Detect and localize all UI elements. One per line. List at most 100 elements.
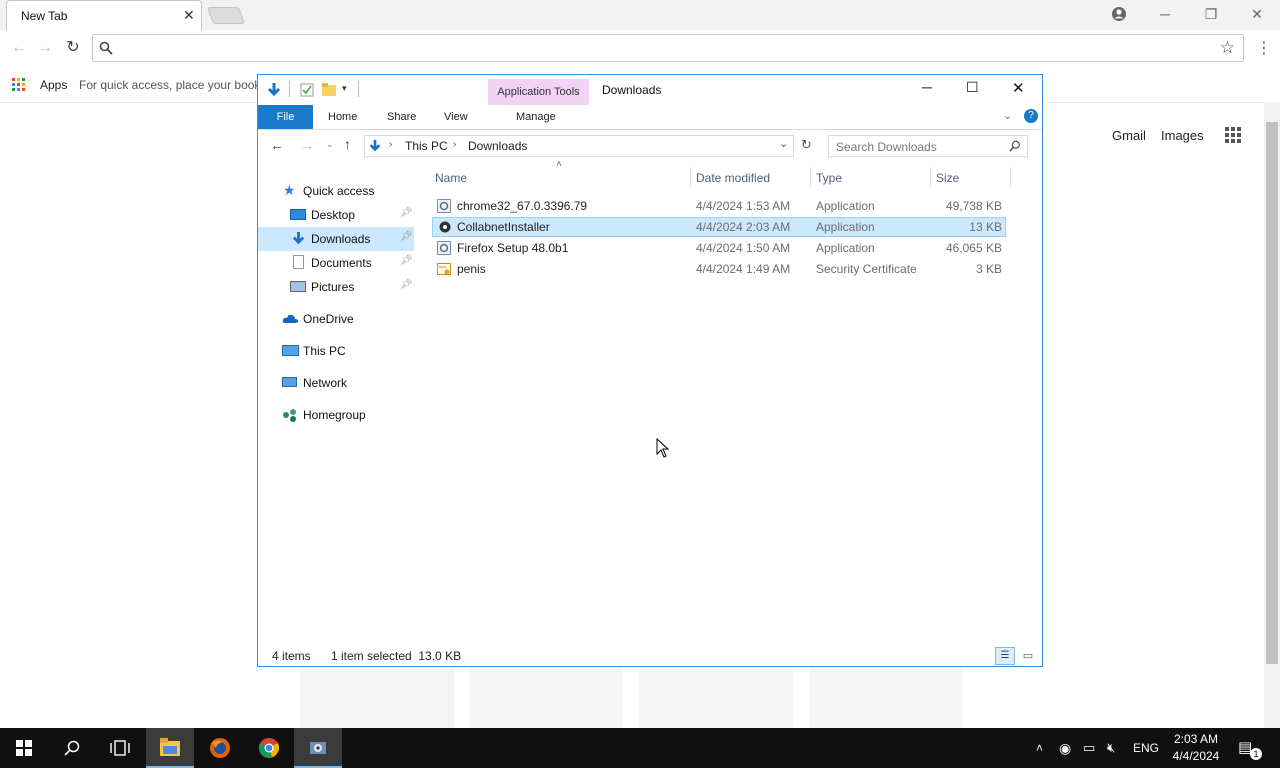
new-tab-button[interactable] xyxy=(206,7,246,24)
profile-icon[interactable] xyxy=(1110,5,1128,23)
search-placeholder: Search Downloads xyxy=(836,140,937,154)
item-count: 4 items xyxy=(272,649,311,663)
taskbar-firefox[interactable] xyxy=(196,728,244,768)
menu-icon[interactable]: ⋮ xyxy=(1256,38,1272,58)
column-header-name[interactable]: Name xyxy=(435,171,467,185)
bookmark-star-icon[interactable]: ☆ xyxy=(1220,38,1235,58)
tray-record-icon[interactable]: ◉ xyxy=(1059,728,1071,768)
tray-expand-icon[interactable]: ˄ xyxy=(1036,728,1043,768)
file-row-selected[interactable]: CollabnetInstaller 4/4/2024 2:03 AM Appl… xyxy=(432,217,1006,237)
ribbon-tab-home[interactable]: Home xyxy=(328,105,357,129)
forward-icon[interactable]: → xyxy=(34,38,56,58)
file-date: 4/4/2024 2:03 AM xyxy=(696,220,791,234)
refresh-icon[interactable]: ↻ xyxy=(801,137,812,153)
pin-icon[interactable]: 📌︎ xyxy=(400,279,413,290)
nav-item-downloads[interactable]: Downloads 📌︎ xyxy=(258,227,414,251)
pin-icon[interactable]: 📌︎ xyxy=(400,255,413,266)
page-scrollbar-thumb[interactable] xyxy=(1266,122,1278,664)
nav-item-network[interactable]: Network xyxy=(258,371,414,395)
back-icon[interactable]: ← xyxy=(8,38,30,58)
selection-info: 1 item selected 13.0 KB xyxy=(331,649,462,663)
file-type: Security Certificate xyxy=(816,262,917,276)
apps-grid-icon[interactable] xyxy=(12,78,26,92)
file-row[interactable]: penis 4/4/2024 1:49 AM Security Certific… xyxy=(432,259,1006,279)
nav-item-pictures[interactable]: Pictures 📌︎ xyxy=(258,275,414,299)
ribbon-tab-view[interactable]: View xyxy=(444,105,468,129)
apps-link[interactable]: Apps xyxy=(40,78,67,92)
omnibox[interactable]: ☆ xyxy=(92,34,1244,62)
ribbon-tab-share[interactable]: Share xyxy=(387,105,416,129)
google-apps-icon[interactable] xyxy=(1225,127,1241,143)
file-date: 4/4/2024 1:49 AM xyxy=(696,262,791,276)
search-icon[interactable] xyxy=(1009,140,1021,152)
nav-label: Documents xyxy=(311,256,372,270)
input-language[interactable]: ENG xyxy=(1133,728,1159,768)
column-divider[interactable] xyxy=(810,167,811,189)
ribbon-expand-icon[interactable]: ⌄ xyxy=(1003,109,1012,122)
shortcut-tile[interactable] xyxy=(809,668,963,728)
browser-tab-strip: New Tab ✕ ─ ❐ ✕ xyxy=(0,0,1280,30)
nav-item-quick-access[interactable]: ★ Quick access xyxy=(258,179,414,203)
address-bar[interactable]: › This PC › Downloads ⌄ xyxy=(364,135,794,157)
new-folder-icon[interactable] xyxy=(322,83,336,97)
column-header-size[interactable]: Size xyxy=(936,171,959,185)
column-header-type[interactable]: Type xyxy=(816,171,842,185)
file-type: Application xyxy=(816,220,875,234)
explorer-forward-icon[interactable]: → xyxy=(300,137,314,153)
column-divider[interactable] xyxy=(690,167,691,189)
address-dropdown-icon[interactable]: ⌄ xyxy=(779,137,788,150)
windows-start-icon[interactable] xyxy=(16,740,32,756)
action-center-icon[interactable]: ▤ xyxy=(1238,728,1252,768)
column-divider[interactable] xyxy=(1010,167,1011,189)
up-folder-icon[interactable]: ↑ xyxy=(344,136,351,152)
pin-icon[interactable]: 📌︎ xyxy=(400,207,413,218)
file-name: chrome32_67.0.3396.79 xyxy=(457,199,588,213)
file-row[interactable]: chrome32_67.0.3396.79 4/4/2024 1:53 AM A… xyxy=(432,196,1006,216)
shortcut-tile[interactable] xyxy=(469,668,623,728)
network-status-icon[interactable]: ▭ xyxy=(1083,728,1095,768)
explorer-minimize-button[interactable]: ─ xyxy=(922,79,932,95)
reload-icon[interactable]: ↻ xyxy=(62,38,84,58)
explorer-close-button[interactable]: ✕ xyxy=(1012,79,1025,97)
large-icons-view-icon[interactable]: ▭ xyxy=(1019,647,1037,665)
taskbar-collabnet-installer[interactable] xyxy=(294,728,342,768)
explorer-maximize-button[interactable]: ☐ xyxy=(966,79,979,96)
nav-item-documents[interactable]: Documents 📌︎ xyxy=(258,251,414,275)
pin-icon[interactable]: 📌︎ xyxy=(400,231,413,242)
search-icon[interactable] xyxy=(64,740,80,756)
browser-restore-button[interactable]: ❐ xyxy=(1196,3,1226,25)
quick-access-dropdown-icon[interactable]: ▾ xyxy=(342,83,347,94)
shortcut-tile[interactable] xyxy=(639,668,793,728)
properties-icon[interactable] xyxy=(300,83,314,97)
breadcrumb-this-pc[interactable]: This PC xyxy=(405,139,448,153)
explorer-back-icon[interactable]: ← xyxy=(270,137,284,153)
file-row[interactable]: Firefox Setup 48.0b1 4/4/2024 1:50 AM Ap… xyxy=(432,238,1006,258)
taskbar-file-explorer[interactable] xyxy=(146,728,194,768)
shortcut-tile[interactable] xyxy=(300,668,454,728)
taskbar-chrome[interactable] xyxy=(245,728,293,768)
nav-item-onedrive[interactable]: OneDrive xyxy=(258,307,414,331)
browser-close-button[interactable]: ✕ xyxy=(1242,3,1272,25)
nav-item-homegroup[interactable]: Homegroup xyxy=(258,403,414,427)
gmail-link[interactable]: Gmail xyxy=(1112,128,1146,143)
images-link[interactable]: Images xyxy=(1161,128,1204,143)
column-header-date[interactable]: Date modified xyxy=(696,171,770,185)
explorer-title-bar: ▾ Application Tools Downloads ─ ☐ ✕ xyxy=(258,75,1042,105)
nav-item-this-pc[interactable]: This PC xyxy=(258,339,414,363)
tab-close-icon[interactable]: ✕ xyxy=(183,7,195,24)
breadcrumb-downloads[interactable]: Downloads xyxy=(468,139,527,153)
file-size: 3 KB xyxy=(975,262,1002,276)
ribbon-tab-file[interactable]: File xyxy=(258,105,313,129)
browser-tab[interactable]: New Tab ✕ xyxy=(6,0,202,30)
details-view-icon[interactable]: ☰ xyxy=(995,647,1015,665)
ribbon-tab-manage[interactable]: Manage xyxy=(516,105,556,129)
nav-item-desktop[interactable]: Desktop 📌︎ xyxy=(258,203,414,227)
browser-minimize-button[interactable]: ─ xyxy=(1150,3,1180,25)
help-icon[interactable]: ? xyxy=(1024,109,1038,123)
volume-muted-icon[interactable]: 🔇︎ xyxy=(1107,728,1115,768)
recent-locations-icon[interactable]: ⌄ xyxy=(326,139,334,150)
column-divider[interactable] xyxy=(930,167,931,189)
search-downloads-input[interactable]: Search Downloads xyxy=(828,135,1028,157)
clock[interactable]: 2:03 AM 4/4/2024 xyxy=(1164,731,1228,767)
task-view-icon[interactable] xyxy=(110,740,130,756)
